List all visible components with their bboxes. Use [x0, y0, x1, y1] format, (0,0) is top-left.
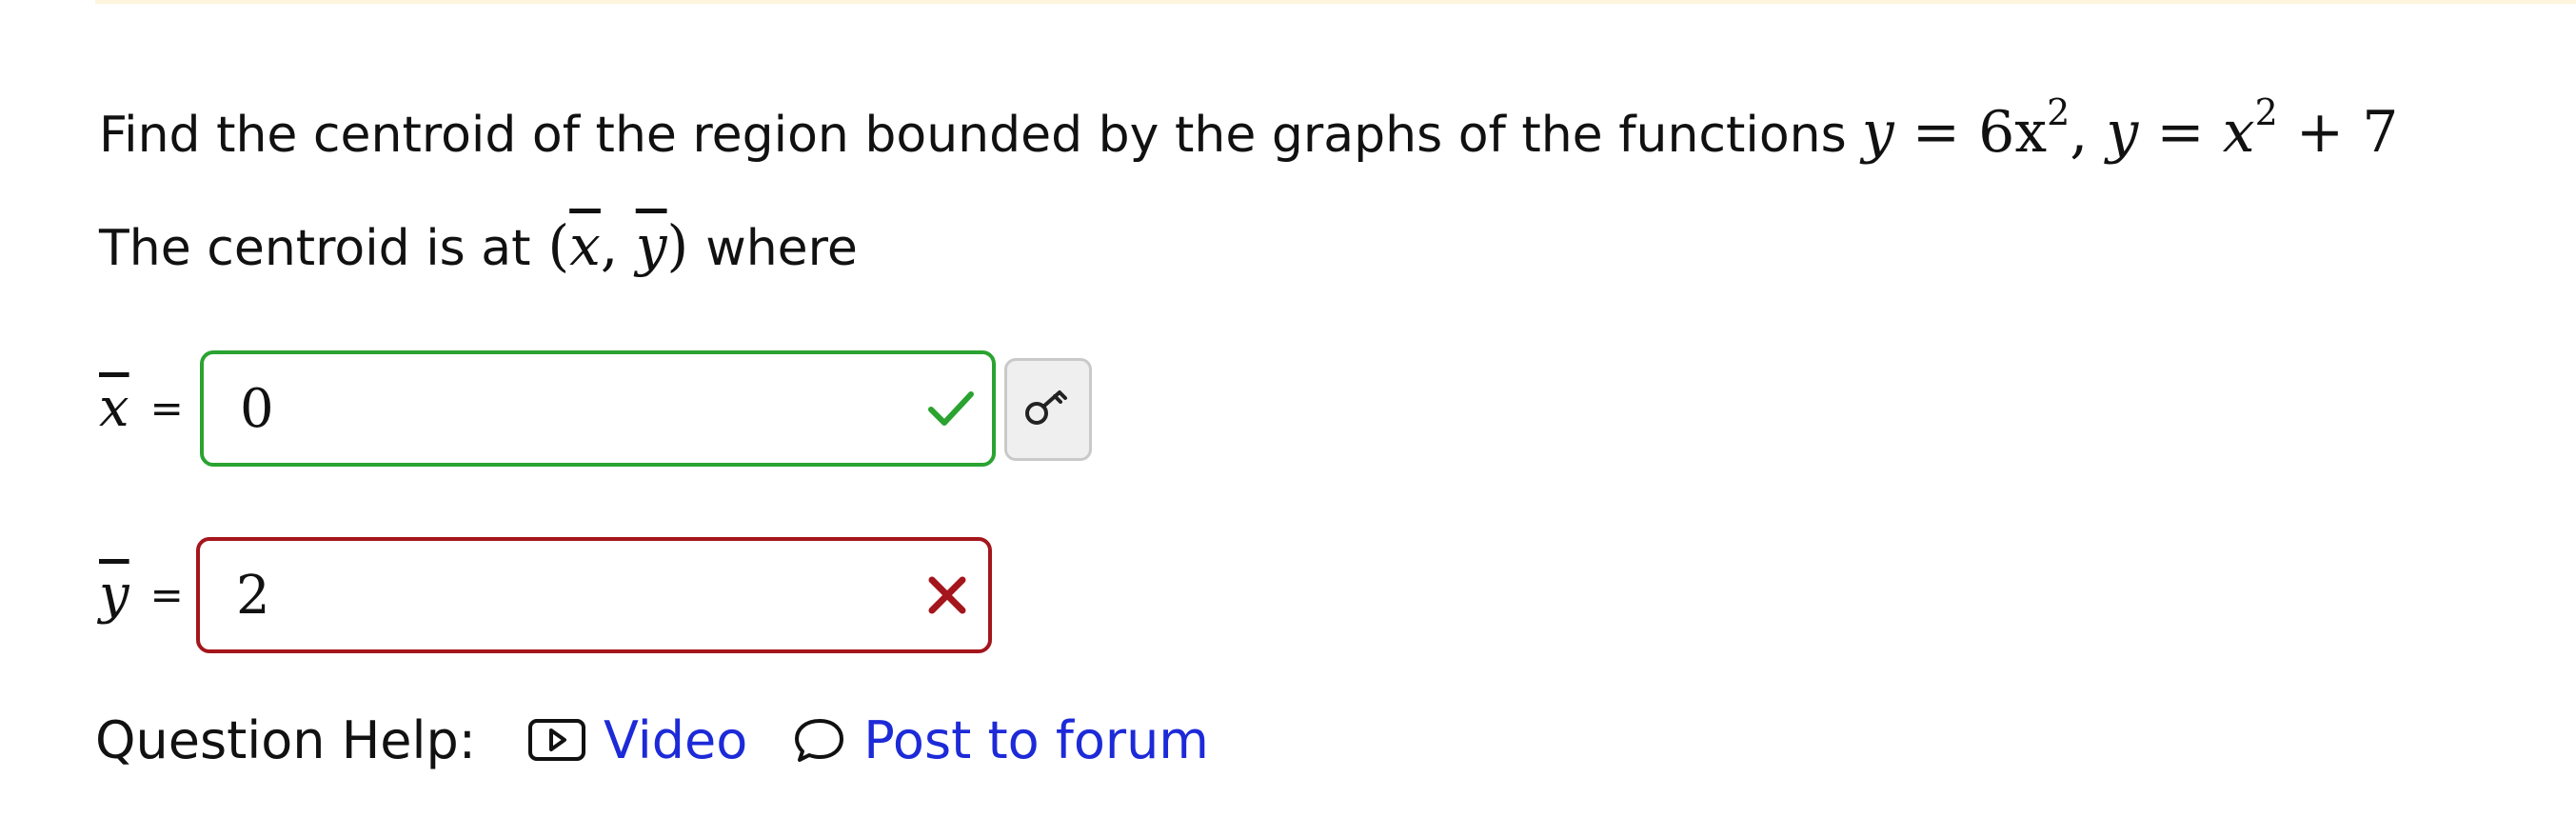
problem-statement: Find the centroid of the region bounded …: [99, 74, 2398, 173]
problem-prefix: Find the centroid of the region bounded …: [99, 107, 1847, 164]
top-notice-strip: [95, 0, 2576, 4]
y-bar-equals: =: [149, 571, 184, 618]
function-separator: ,: [2070, 99, 2089, 166]
x-bar-answer-value: 0: [240, 377, 274, 440]
function2-equals: =: [2156, 99, 2223, 166]
video-play-icon: [527, 718, 586, 762]
x-bar-label: x =: [99, 377, 184, 439]
function1-equals: =: [1912, 99, 1979, 166]
key-icon: [1021, 385, 1075, 434]
function2-tail: + 7: [2295, 99, 2399, 166]
y-bar-answer-value: 2: [236, 564, 270, 627]
y-bar-label: y =: [99, 564, 184, 626]
x-mark-icon: [921, 569, 973, 621]
centroid-y-bar: y: [635, 213, 667, 278]
key-button[interactable]: [1004, 358, 1092, 461]
problem-functions: y = 6x2, y = x2 + 7: [1862, 74, 2399, 170]
function1-lhs: y: [1861, 99, 1894, 166]
function2-exponent: 2: [2254, 91, 2278, 133]
function2-rhs: x: [2222, 99, 2255, 166]
speech-bubble-icon: [793, 716, 846, 764]
centroid-statement: The centroid is at (x, y) where: [99, 208, 858, 287]
function1-exponent: 2: [2047, 91, 2071, 133]
x-bar-equals: =: [149, 385, 184, 431]
question-help: Question Help: Video Post to forum: [95, 707, 1209, 773]
question-help-label: Question Help:: [95, 709, 476, 770]
y-bar-symbol: y: [99, 564, 129, 626]
post-to-forum-link[interactable]: Post to forum: [793, 710, 1209, 770]
checkmark-icon: [925, 383, 977, 434]
function2-lhs: y: [2106, 99, 2139, 166]
function1-rhs: 6x: [1978, 99, 2048, 166]
x-bar-symbol: x: [99, 377, 129, 439]
post-to-forum-label: Post to forum: [863, 709, 1209, 770]
video-link[interactable]: Video: [527, 710, 747, 770]
centroid-prefix: The centroid is at: [99, 220, 531, 277]
video-link-label: Video: [604, 709, 748, 770]
y-bar-answer-input[interactable]: 2: [196, 537, 992, 653]
centroid-x-bar: x: [569, 213, 601, 278]
centroid-suffix: where: [705, 220, 858, 277]
x-bar-answer-input[interactable]: 0: [200, 350, 996, 467]
centroid-point: (x, y): [547, 213, 689, 278]
